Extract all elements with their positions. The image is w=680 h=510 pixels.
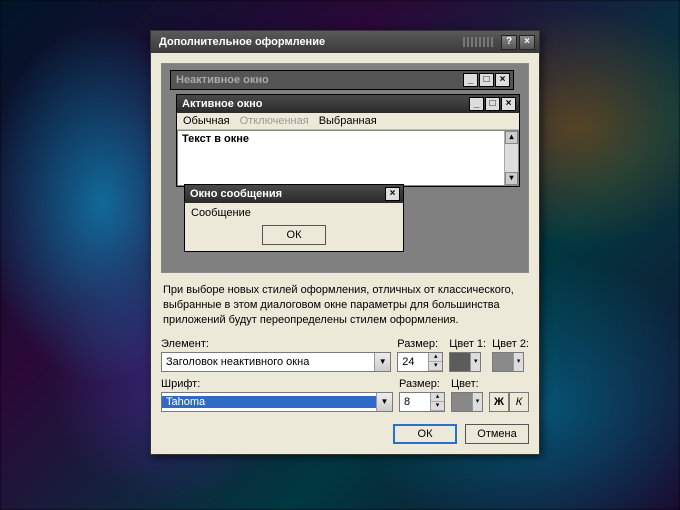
font-size-label: Размер: — [399, 378, 445, 390]
color2-swatch[interactable]: ▾ — [492, 352, 524, 372]
maximize-icon[interactable]: □ — [485, 97, 500, 111]
element-combo[interactable]: Заголовок неактивного окна ▼ — [161, 352, 391, 372]
preview-pane: Неактивное окно _ □ × Активное окно _ □ … — [161, 63, 529, 273]
preview-message-window[interactable]: Окно сообщения × Сообщение ОК — [184, 184, 404, 252]
element-row: Элемент: Заголовок неактивного окна ▼ Ра… — [161, 338, 529, 372]
help-button[interactable]: ? — [501, 35, 517, 50]
message-titlebar: Окно сообщения × — [185, 185, 403, 203]
menu-item-selected[interactable]: Выбранная — [319, 115, 377, 127]
font-combo[interactable]: Tahoma ▼ — [161, 392, 393, 412]
active-title: Активное окно — [180, 98, 468, 110]
scrollbar[interactable]: ▴ ▾ — [504, 131, 518, 185]
menu-item-normal[interactable]: Обычная — [183, 115, 230, 127]
font-size-spinner[interactable]: 8 ▴▾ — [399, 392, 445, 412]
preview-inactive-window[interactable]: Неактивное окно _ □ × — [170, 70, 514, 90]
minimize-icon[interactable]: _ — [463, 73, 478, 87]
info-note: При выборе новых стилей оформления, отли… — [163, 283, 527, 328]
font-value: Tahoma — [162, 396, 376, 408]
preview-active-window[interactable]: Активное окно _ □ × Обычная Отключенная … — [176, 94, 520, 187]
dialog-footer: ОК Отмена — [161, 424, 529, 444]
size-value: 24 — [398, 356, 428, 368]
chevron-down-icon[interactable]: ▾ — [472, 393, 482, 411]
dialog-title: Дополнительное оформление — [155, 36, 463, 48]
scroll-up-icon[interactable]: ▴ — [505, 131, 518, 144]
chevron-down-icon[interactable]: ▾ — [470, 353, 480, 371]
close-icon[interactable]: × — [495, 73, 510, 87]
ok-button[interactable]: ОК — [393, 424, 457, 444]
font-color-label: Цвет: — [451, 378, 483, 390]
message-ok-button[interactable]: ОК — [262, 225, 326, 245]
element-value: Заголовок неактивного окна — [162, 356, 374, 368]
color1-label: Цвет 1: — [449, 338, 486, 350]
element-label: Элемент: — [161, 338, 391, 350]
dialog-body: Неактивное окно _ □ × Активное окно _ □ … — [151, 53, 539, 454]
spin-up-icon[interactable]: ▴ — [428, 353, 442, 362]
color1-swatch[interactable]: ▾ — [449, 352, 481, 372]
spin-down-icon[interactable]: ▾ — [430, 402, 444, 411]
close-icon[interactable]: × — [385, 187, 400, 201]
appearance-dialog: Дополнительное оформление ? × Неактивное… — [150, 30, 540, 455]
size-spinner[interactable]: 24 ▴▾ — [397, 352, 443, 372]
active-titlebar: Активное окно _ □ × — [177, 95, 519, 113]
font-size-value: 8 — [400, 396, 430, 408]
color1-preview — [450, 353, 470, 371]
message-title: Окно сообщения — [188, 188, 384, 200]
maximize-icon[interactable]: □ — [479, 73, 494, 87]
color2-preview — [493, 353, 513, 371]
titlebar-grip — [463, 37, 493, 47]
close-button[interactable]: × — [519, 35, 535, 50]
spin-up-icon[interactable]: ▴ — [430, 393, 444, 402]
scroll-down-icon[interactable]: ▾ — [505, 172, 518, 185]
bold-toggle[interactable]: Ж — [489, 392, 509, 412]
inactive-title: Неактивное окно — [174, 74, 462, 86]
close-icon[interactable]: × — [501, 97, 516, 111]
cancel-button[interactable]: Отмена — [465, 424, 529, 444]
font-color-swatch[interactable]: ▾ — [451, 392, 483, 412]
size-label: Размер: — [397, 338, 443, 350]
chevron-down-icon[interactable]: ▼ — [376, 393, 392, 411]
text-in-window: Текст в окне — [182, 133, 249, 145]
message-text: Сообщение — [185, 203, 403, 223]
font-color-preview — [452, 393, 472, 411]
minimize-icon[interactable]: _ — [469, 97, 484, 111]
chevron-down-icon[interactable]: ▼ — [374, 353, 390, 371]
preview-menu: Обычная Отключенная Выбранная — [177, 113, 519, 130]
inactive-titlebar: Неактивное окно _ □ × — [171, 71, 513, 89]
chevron-down-icon[interactable]: ▾ — [513, 353, 523, 371]
font-row: Шрифт: Tahoma ▼ Размер: 8 ▴▾ Цвет: ▾ — [161, 378, 529, 412]
italic-toggle[interactable]: К — [509, 392, 529, 412]
font-label: Шрифт: — [161, 378, 393, 390]
dialog-titlebar[interactable]: Дополнительное оформление ? × — [151, 31, 539, 53]
color2-label: Цвет 2: — [492, 338, 529, 350]
menu-item-disabled: Отключенная — [240, 115, 309, 127]
spin-down-icon[interactable]: ▾ — [428, 362, 442, 371]
preview-textarea[interactable]: Текст в окне ▴ ▾ — [177, 130, 519, 186]
